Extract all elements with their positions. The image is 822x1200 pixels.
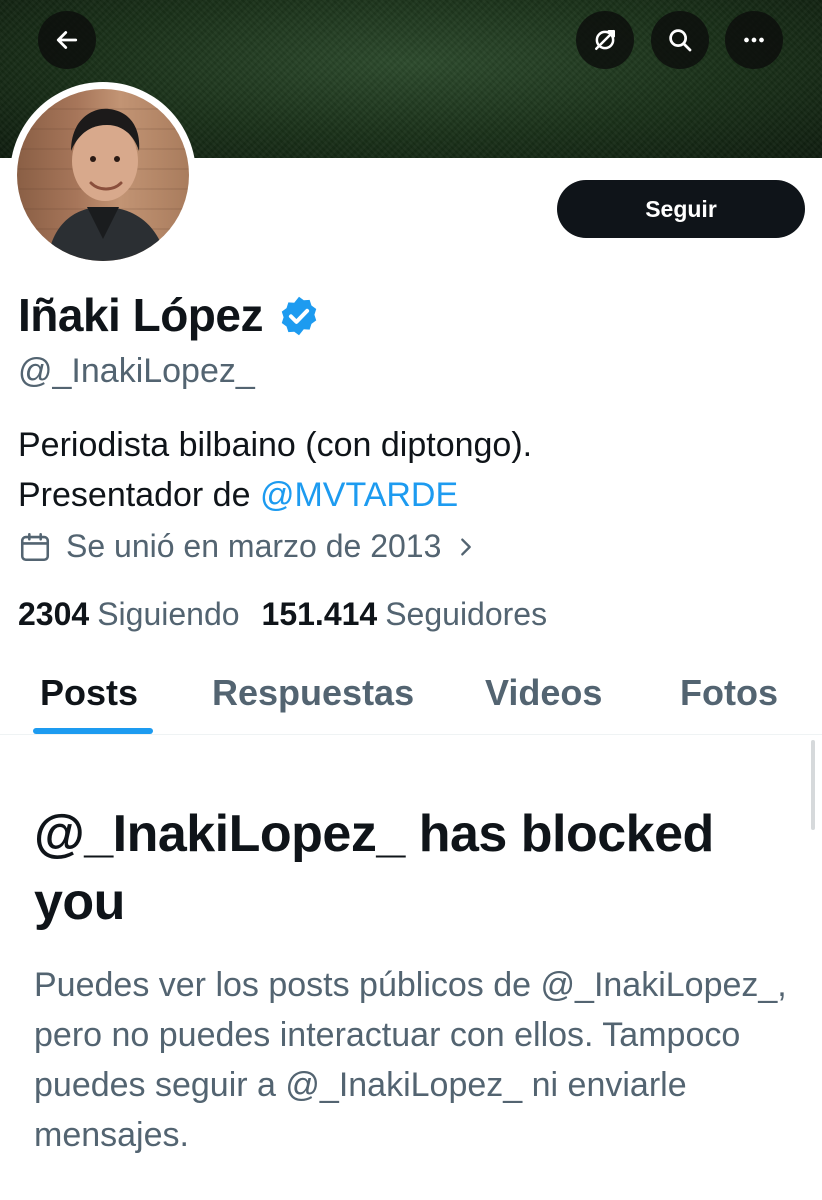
bio-line-2: Presentador de @MVTARDE — [18, 470, 532, 520]
mute-notifications-button[interactable] — [576, 11, 634, 69]
calendar-icon — [20, 532, 50, 561]
profile-name-row: Iñaki López — [18, 288, 321, 342]
blocked-title: @_InakiLopez_ has blocked you — [34, 805, 714, 931]
profile-bio: Periodista bilbaino (con diptongo). Pres… — [18, 420, 532, 520]
blocked-description: Puedes ver los posts públicos de @_Inaki… — [34, 966, 787, 1154]
joined-date-row[interactable]: Se unió en marzo de 2013 — [18, 528, 491, 565]
no-notifications-icon — [595, 30, 615, 50]
scrollbar[interactable] — [811, 740, 815, 830]
avatar[interactable] — [10, 82, 196, 268]
back-button[interactable] — [38, 11, 96, 69]
bio-line-1: Periodista bilbaino (con diptongo). — [18, 426, 533, 464]
followers-label: Seguidores — [385, 596, 548, 632]
joined-date: Se unió en marzo de 2013 — [66, 528, 442, 564]
tab-videos[interactable]: Videos — [485, 672, 602, 714]
chevron-right-icon — [461, 537, 472, 556]
profile-stats: 2304 Siguiendo 151.414 Seguidores — [18, 596, 569, 633]
following-label: Siguiendo — [97, 596, 240, 632]
active-tab-indicator — [33, 728, 153, 734]
tab-fotos[interactable]: Fotos — [680, 672, 778, 714]
tab-posts[interactable]: Posts — [40, 672, 138, 714]
search-button[interactable] — [651, 11, 709, 69]
verified-badge-icon[interactable] — [277, 294, 321, 338]
arrow-left-icon — [56, 31, 78, 49]
following-stat[interactable]: 2304 Siguiendo — [18, 596, 240, 633]
bio-line-2-prefix: Presentador de — [18, 476, 260, 514]
more-icon — [744, 37, 764, 43]
profile-name: Iñaki López — [18, 289, 263, 341]
followers-count: 151.414 — [261, 596, 378, 632]
follow-button[interactable]: Seguir — [557, 180, 805, 238]
following-count: 2304 — [18, 596, 90, 632]
more-button[interactable] — [725, 11, 783, 69]
search-icon — [669, 29, 692, 52]
tab-respuestas[interactable]: Respuestas — [212, 672, 414, 714]
bio-mention-link[interactable]: @MVTARDE — [260, 476, 458, 514]
followers-stat[interactable]: 151.414 Seguidores — [262, 596, 548, 633]
profile-handle: @_InakiLopez_ — [18, 352, 255, 390]
profile-tabs: Posts Respuestas Videos Fotos — [0, 660, 822, 735]
avatar-photo — [17, 89, 189, 261]
